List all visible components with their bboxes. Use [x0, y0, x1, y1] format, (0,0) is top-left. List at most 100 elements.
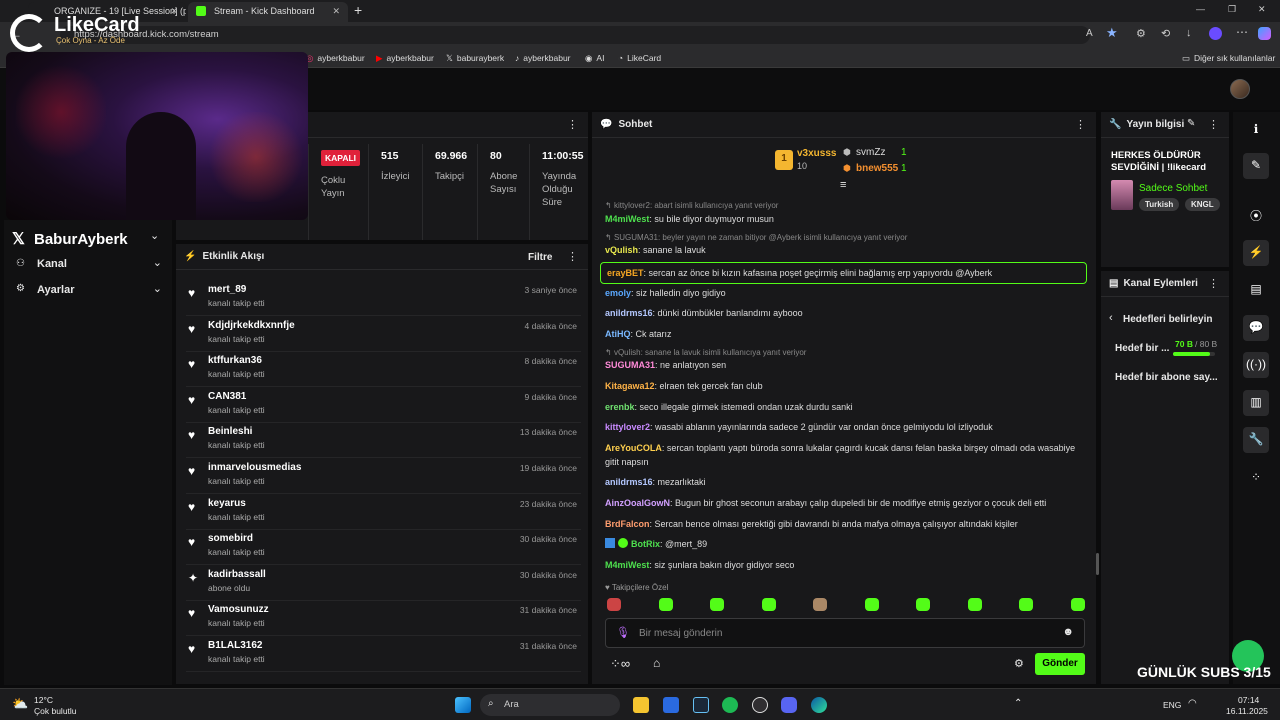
other-bookmarks[interactable]: ▭ Diğer sık kullanılanlar: [1182, 53, 1275, 64]
emote-icon[interactable]: [761, 598, 776, 611]
chat-username[interactable]: AreYouCOLA: [605, 443, 662, 453]
store-icon[interactable]: ⌂: [653, 656, 660, 670]
infinity-icon[interactable]: ⁘∞: [610, 656, 630, 672]
sidebar-item-ayarlar[interactable]: ⚙ Ayarlar ⌄: [12, 282, 164, 300]
emote-icon[interactable]: [658, 598, 673, 611]
maximize-button[interactable]: ❐: [1228, 4, 1236, 15]
more-options-icon[interactable]: ⋯: [1236, 25, 1248, 39]
chat-username[interactable]: AinzOoalGowN: [605, 498, 670, 508]
bookmark-likecard[interactable]: ◔ LikeCard: [618, 53, 661, 63]
chat-username[interactable]: anildrms16: [605, 308, 653, 318]
activity-row[interactable]: ♥ B1LAL3162 kanalı takip etti 31 dakika önc…: [186, 636, 581, 672]
activity-username[interactable]: Vamosunuzz: [208, 604, 269, 615]
extensions-icon[interactable]: ⚙: [1136, 27, 1146, 40]
bookmark-ai[interactable]: ◉ AI: [585, 53, 604, 64]
tray-chevron-icon[interactable]: ⌃: [1014, 698, 1022, 709]
emote-icon[interactable]: [1019, 598, 1033, 611]
taskbar-search[interactable]: ⌕ Ara: [480, 694, 620, 716]
sidebar-item-kanal[interactable]: ⚇ Kanal ⌄: [12, 256, 164, 274]
file-explorer-icon[interactable]: [633, 697, 649, 713]
emote-icon[interactable]: [607, 598, 621, 611]
activity-username[interactable]: inmarvelousmedias: [208, 462, 301, 473]
history-icon[interactable]: ⟲: [1161, 27, 1170, 40]
emote-icon[interactable]: [813, 598, 827, 611]
activity-username[interactable]: keyarus: [208, 498, 246, 509]
edit-icon[interactable]: ✎: [1187, 118, 1195, 129]
chat-username[interactable]: AtiHQ: [605, 329, 631, 339]
chat-username[interactable]: erenbk: [605, 402, 635, 412]
emote-icon[interactable]: [916, 598, 930, 611]
send-button[interactable]: Gönder: [1035, 653, 1085, 675]
clock-time[interactable]: 07:14: [1238, 695, 1259, 705]
tag-turkish[interactable]: Turkish: [1139, 198, 1180, 211]
microphone-icon[interactable]: 🎙: [616, 626, 630, 639]
gifter-name[interactable]: bnew555: [856, 163, 898, 174]
activity-row[interactable]: ♥ Beinleshi kanalı takip etti 13 dakika önc…: [186, 422, 581, 459]
chat-input-box[interactable]: 🎙 Bir mesaj gönderin ☻: [605, 618, 1085, 648]
chat-username[interactable]: anildrms16: [605, 477, 653, 487]
chat-username[interactable]: erayBET: [607, 268, 644, 278]
chat-scrollbar[interactable]: [1096, 553, 1099, 575]
chat-username[interactable]: BotRix: [631, 539, 660, 549]
chat-username[interactable]: emoly: [605, 288, 631, 298]
bookmark-tiktok[interactable]: ♪ ayberkbabur: [515, 53, 571, 63]
tag-kngl[interactable]: KNGL: [1185, 198, 1220, 211]
goal-item-label[interactable]: Hedef bir abone say...: [1115, 372, 1218, 383]
activity-row[interactable]: ♥ Kdjdjrkekdkxnnfje kanalı takip etti 4 dak…: [186, 316, 581, 352]
spotify-icon[interactable]: [722, 697, 738, 713]
wifi-icon[interactable]: ◠: [1188, 698, 1197, 709]
chat-username[interactable]: BrdFalcon: [605, 519, 650, 529]
edit-icon[interactable]: ✎: [1243, 153, 1269, 179]
profile-icon[interactable]: [1209, 27, 1222, 40]
close-tab-icon[interactable]: ✕: [332, 6, 340, 17]
category-name[interactable]: Sadece Sohbet: [1139, 183, 1207, 194]
new-tab-button[interactable]: +: [354, 2, 362, 18]
close-tab-icon[interactable]: ✕: [170, 6, 178, 17]
document-icon[interactable]: ▤: [1243, 277, 1269, 303]
goal-item-label[interactable]: Hedef bir ...: [1115, 343, 1169, 354]
more-options-icon[interactable]: ⋮: [1208, 277, 1219, 290]
more-options-icon[interactable]: ⋮: [567, 118, 578, 131]
chat-icon[interactable]: 💬: [1243, 315, 1269, 341]
weather-temp[interactable]: 12°C: [34, 695, 53, 705]
user-avatar[interactable]: [1230, 79, 1250, 99]
minimize-button[interactable]: —: [1196, 4, 1205, 14]
activity-row[interactable]: ♥ Vamosunuzz kanalı takip etti 31 dakika ön…: [186, 600, 581, 637]
activity-row[interactable]: ♥ mert_89 kanalı takip etti 3 saniye önce: [186, 280, 581, 316]
bookmark-youtube[interactable]: ▶ ayberkbabur: [376, 53, 434, 64]
discord-icon[interactable]: [781, 697, 797, 713]
steam-icon[interactable]: [693, 697, 709, 713]
emote-icon[interactable]: [1070, 598, 1085, 611]
top-gifter-name[interactable]: v3xusss: [797, 148, 836, 159]
favorite-star-icon[interactable]: ★: [1106, 25, 1118, 41]
chat-settings-icon[interactable]: ⚙: [1014, 657, 1024, 670]
activity-username[interactable]: ktffurkan36: [208, 355, 262, 366]
chat-username[interactable]: M4miWest: [605, 214, 649, 224]
emote-icon[interactable]: [967, 598, 982, 611]
back-chevron-icon[interactable]: ‹: [1109, 312, 1113, 324]
filter-button[interactable]: Filtre: [528, 252, 552, 263]
activity-row[interactable]: ♥ somebird kanalı takip etti 30 dakika önce: [186, 529, 581, 566]
activity-row[interactable]: ♥ CAN381 kanalı takip etti 9 dakika önce: [186, 387, 581, 423]
chat-username[interactable]: Kitagawa12: [605, 381, 655, 391]
url-field[interactable]: https://dashboard.kick.com/stream: [60, 26, 1090, 44]
download-icon[interactable]: ↓: [1186, 27, 1192, 39]
activity-row[interactable]: ♥ ktffurkan36 kanalı takip etti 8 dakika ön…: [186, 351, 581, 388]
obs-icon[interactable]: [752, 697, 768, 713]
more-options-icon[interactable]: ⋮: [1208, 118, 1219, 131]
copilot-icon[interactable]: [1258, 27, 1271, 40]
emoji-icon[interactable]: ☻: [1062, 626, 1074, 638]
activity-username[interactable]: Beinleshi: [208, 426, 252, 437]
gifter-name[interactable]: svmZz: [856, 147, 885, 158]
emote-icon[interactable]: [864, 598, 879, 611]
activity-username[interactable]: B1LAL3162: [208, 640, 262, 651]
capture-icon[interactable]: ⦿: [1243, 202, 1269, 228]
activity-username[interactable]: CAN381: [208, 391, 246, 402]
apps-icon[interactable]: ⁘: [1243, 465, 1269, 491]
read-aloud-icon[interactable]: A: [1086, 28, 1093, 39]
more-options-icon[interactable]: ⋮: [1075, 118, 1086, 131]
edge-icon[interactable]: [811, 697, 827, 713]
language-indicator[interactable]: ENG: [1163, 700, 1181, 710]
activity-row[interactable]: ♥ keyarus kanalı takip etti 23 dakika önce: [186, 494, 581, 530]
lightning-icon[interactable]: ⚡: [1243, 240, 1269, 266]
